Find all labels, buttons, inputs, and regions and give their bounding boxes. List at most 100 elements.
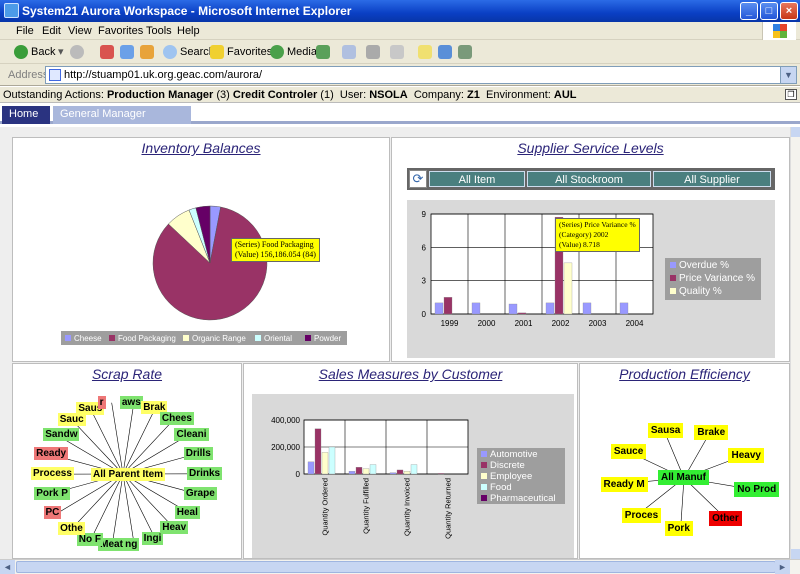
- menu-tools[interactable]: Tools: [146, 25, 172, 37]
- production-node[interactable]: Pork: [664, 520, 693, 536]
- media-button[interactable]: Media: [270, 44, 317, 60]
- production-node[interactable]: No Prod: [734, 482, 780, 498]
- scroll-left-icon[interactable]: ◄: [0, 560, 15, 574]
- scrap-node[interactable]: Process: [31, 467, 74, 481]
- all-supplier-button[interactable]: All Supplier: [653, 171, 771, 187]
- environment-label: Environment:: [486, 89, 551, 101]
- production-node[interactable]: Sauce: [610, 443, 647, 459]
- research-button[interactable]: [458, 44, 475, 60]
- overdue-swatch: [670, 262, 676, 268]
- scroll-right-icon[interactable]: ►: [775, 560, 790, 574]
- scrap-center-node[interactable]: All Parent Item: [91, 468, 166, 481]
- tab-general-manager-dashboard[interactable]: General Manager Dashboard: [53, 106, 191, 137]
- sales-title[interactable]: Sales Measures by Customer: [244, 366, 577, 382]
- powder-label: Powder: [314, 334, 342, 343]
- production-node[interactable]: Heavy: [728, 448, 764, 464]
- scrap-node[interactable]: Drinks: [186, 466, 223, 480]
- dashboard: Inventory Balances (Series) Food Packagi…: [0, 127, 790, 559]
- action-production-manager[interactable]: Production Manager: [107, 89, 213, 101]
- action-count-2: (1): [320, 89, 334, 101]
- address-dropdown-icon[interactable]: ▼: [780, 67, 796, 83]
- stop-button[interactable]: [100, 44, 117, 60]
- back-button[interactable]: Back: [14, 44, 55, 60]
- scrap-node[interactable]: Ingi: [141, 532, 164, 546]
- oriental-label: Oriental: [264, 334, 293, 343]
- sales-bar: [437, 473, 445, 475]
- production-node[interactable]: Ready M: [600, 477, 648, 493]
- supplier-bar: [517, 312, 527, 315]
- scrap-node[interactable]: Heal: [174, 505, 200, 519]
- restore-icon[interactable]: ❐: [785, 89, 797, 100]
- production-node[interactable]: Sausa: [647, 423, 684, 439]
- print-button[interactable]: [366, 44, 383, 60]
- legend-item-automotive: Automotive: [481, 449, 538, 460]
- discuss-button[interactable]: [418, 44, 435, 60]
- scrap-node[interactable]: Cleani: [174, 427, 209, 441]
- menu-edit[interactable]: Edit: [42, 25, 61, 37]
- scrap-node[interactable]: Chees: [159, 412, 194, 426]
- scrap-node[interactable]: r: [97, 395, 106, 409]
- supplier-title[interactable]: Supplier Service Levels: [392, 140, 789, 156]
- vertical-scrollbar[interactable]: [790, 127, 800, 559]
- minimize-button[interactable]: _: [740, 2, 758, 20]
- back-dropdown-icon[interactable]: ▾: [58, 44, 64, 60]
- scroll-up-icon[interactable]: [791, 127, 800, 137]
- all-item-button[interactable]: All Item: [429, 171, 525, 187]
- menu-favorites[interactable]: Favorites: [98, 25, 143, 37]
- scrap-node[interactable]: Heav: [160, 521, 189, 535]
- refresh-button[interactable]: [120, 44, 137, 60]
- scrap-node[interactable]: Sauc: [57, 412, 86, 426]
- legend-item-cheese: Cheese: [65, 334, 102, 343]
- scrap-node[interactable]: Sandw: [43, 428, 80, 442]
- scrap-node[interactable]: Ready: [34, 446, 69, 460]
- action-credit-controller[interactable]: Credit Controler: [233, 89, 317, 101]
- inventory-tooltip-series: (Series) Food Packaging: [235, 240, 314, 249]
- supplier-service-panel: Supplier Service Levels ⟳ All Item All S…: [391, 137, 790, 362]
- sales-bar: [348, 471, 356, 475]
- production-node[interactable]: Proces: [621, 507, 662, 523]
- mail-button[interactable]: [342, 44, 359, 60]
- menu-view[interactable]: View: [68, 25, 92, 37]
- favorites-button[interactable]: Favorites: [210, 44, 272, 60]
- inventory-title[interactable]: Inventory Balances: [13, 140, 389, 156]
- scrap-node[interactable]: Grape: [183, 487, 217, 501]
- employee-label: Employee: [490, 471, 533, 482]
- all-stockroom-button[interactable]: All Stockroom: [527, 171, 651, 187]
- scroll-thumb[interactable]: [16, 561, 776, 573]
- food-swatch: [481, 484, 487, 490]
- menu-help[interactable]: Help: [177, 25, 200, 37]
- messenger-button[interactable]: [438, 44, 455, 60]
- edit-icon: [390, 45, 404, 60]
- supplier-tooltip: (Series) Price Variance % (Category) 200…: [555, 218, 640, 252]
- scrap-node[interactable]: Drills: [183, 446, 213, 460]
- forward-button[interactable]: [70, 44, 87, 60]
- history-button[interactable]: [316, 44, 333, 60]
- tab-strip: Home General Manager Dashboard: [0, 104, 800, 137]
- edit-button[interactable]: [390, 44, 407, 60]
- menu-file[interactable]: File: [16, 25, 34, 37]
- sales-bar: [321, 452, 329, 475]
- scrap-node[interactable]: Pork P: [34, 487, 70, 501]
- tab-home[interactable]: Home: [2, 106, 50, 124]
- environment-value: AUL: [553, 89, 577, 101]
- address-input[interactable]: http://stuamp01.uk.org.geac.com/aurora/ …: [45, 66, 797, 84]
- company-value: Z1: [467, 89, 480, 101]
- close-button[interactable]: ×: [780, 2, 798, 20]
- production-node[interactable]: Brake: [694, 424, 729, 440]
- sales-y-tick: 0: [296, 470, 301, 479]
- horizontal-scrollbar[interactable]: ◄ ►: [0, 559, 800, 574]
- home-button[interactable]: [140, 44, 157, 60]
- production-center-node[interactable]: All Manuf: [658, 470, 709, 485]
- legend-item-powder: Powder: [305, 334, 341, 343]
- production-node[interactable]: Other: [709, 510, 742, 526]
- window-title: System21 Aurora Workspace - Microsoft In…: [22, 4, 352, 18]
- food-packaging-swatch: [109, 335, 115, 341]
- scroll-down-icon[interactable]: [791, 549, 800, 559]
- refresh-icon[interactable]: ⟳: [409, 170, 427, 188]
- scrap-node[interactable]: Othe: [58, 521, 85, 535]
- scrap-node[interactable]: aws: [119, 395, 143, 409]
- maximize-button[interactable]: □: [760, 2, 778, 20]
- search-button[interactable]: Search: [163, 44, 215, 60]
- legend-item-quality: Quality %: [670, 286, 722, 297]
- scrap-node[interactable]: PC: [43, 506, 62, 520]
